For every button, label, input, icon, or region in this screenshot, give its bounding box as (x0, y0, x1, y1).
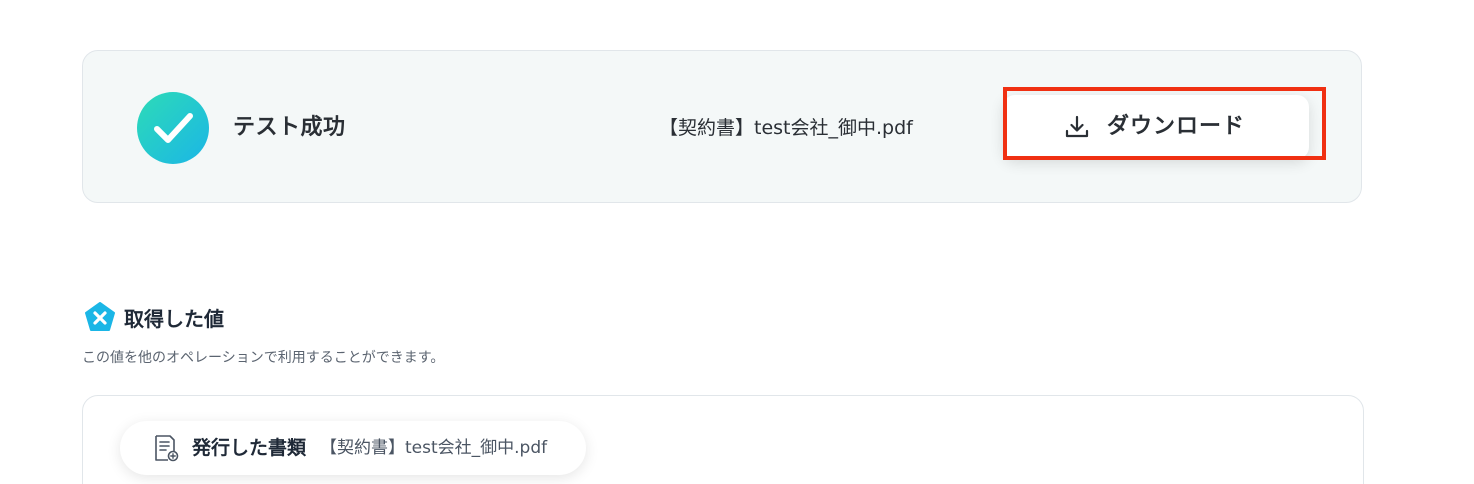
success-check-icon (137, 92, 209, 164)
yoom-logo-icon (85, 302, 115, 331)
section-title: 取得した値 (124, 307, 224, 331)
result-file-name: 【契約書】test会社_御中.pdf (659, 117, 913, 139)
download-icon (1065, 115, 1089, 138)
download-button[interactable]: ダウンロード (1003, 95, 1309, 159)
value-item-label: 発行した書類 (192, 437, 307, 459)
section-description: この値を他のオペレーションで利用することができます。 (82, 350, 445, 366)
document-icon (155, 435, 179, 462)
value-item-value: 【契約書】test会社_御中.pdf (320, 438, 548, 458)
page: テスト成功 【契約書】test会社_御中.pdf ダウンロード 取得した値 この… (0, 0, 1474, 484)
test-result-card: テスト成功 【契約書】test会社_御中.pdf ダウンロード (82, 50, 1362, 203)
test-status-text: テスト成功 (233, 115, 346, 140)
download-label: ダウンロード (1107, 114, 1246, 139)
value-item-chip[interactable]: 発行した書類 【契約書】test会社_御中.pdf (120, 421, 586, 475)
